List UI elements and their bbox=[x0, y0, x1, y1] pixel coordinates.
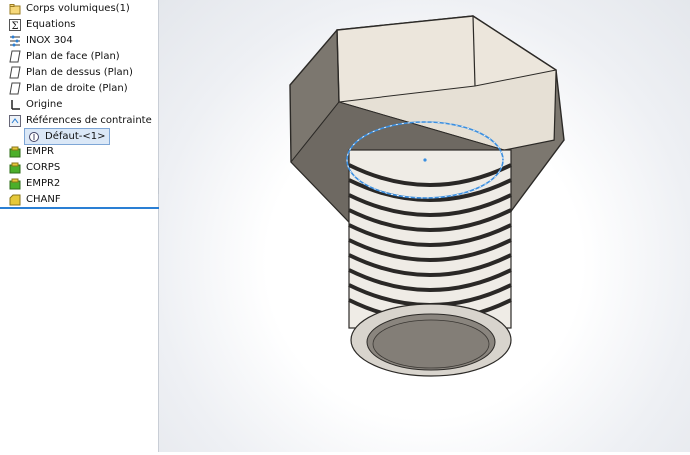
tree-item-label: Origine bbox=[26, 99, 63, 110]
plane-icon bbox=[8, 66, 21, 79]
tree-item-label: Plan de droite (Plan) bbox=[26, 83, 128, 94]
solid-bodies-folder-icon bbox=[8, 2, 21, 15]
tree-item-chanf[interactable]: CHANF bbox=[8, 192, 61, 207]
plane-icon bbox=[8, 82, 21, 95]
tree-item-label: CHANF bbox=[26, 194, 61, 205]
tree-item-top-plane[interactable]: Plan de dessus (Plan) bbox=[8, 65, 133, 80]
tree-item-label: EMPR2 bbox=[26, 178, 61, 189]
tree-item-label: Plan de dessus (Plan) bbox=[26, 67, 133, 78]
tree-item-solid-bodies[interactable]: Corps volumiques(1) bbox=[8, 1, 130, 16]
tree-item-label: Références de contrainte bbox=[26, 115, 152, 126]
chamfer-icon bbox=[8, 193, 21, 206]
tree-item-default-config[interactable]: Défaut-<1> bbox=[24, 128, 110, 145]
tree-item-empr[interactable]: EMPR bbox=[8, 144, 54, 159]
tree-item-front-plane[interactable]: Plan de face (Plan) bbox=[8, 49, 120, 64]
feature-manager-tree: Corps volumiques(1) Σ Equations INOX 304… bbox=[0, 0, 159, 452]
equations-icon: Σ bbox=[8, 18, 21, 31]
tree-item-label: CORPS bbox=[26, 162, 61, 173]
mate-references-icon bbox=[8, 114, 21, 127]
tree-item-label: Défaut-<1> bbox=[45, 131, 106, 142]
tree-item-label: Equations bbox=[26, 19, 76, 30]
tree-item-empr2[interactable]: EMPR2 bbox=[8, 176, 60, 191]
tree-item-label: INOX 304 bbox=[26, 35, 73, 46]
tree-item-label: Corps volumiques(1) bbox=[26, 3, 130, 14]
feature-icon bbox=[8, 161, 21, 174]
graphics-area[interactable] bbox=[159, 0, 690, 452]
tree-item-equations[interactable]: Σ Equations bbox=[8, 17, 76, 32]
material-icon bbox=[8, 34, 21, 47]
rollback-bar[interactable] bbox=[0, 207, 159, 209]
tree-item-material[interactable]: INOX 304 bbox=[8, 33, 73, 48]
configuration-icon bbox=[27, 130, 40, 143]
tree-item-label: EMPR bbox=[26, 146, 54, 157]
tree-item-right-plane[interactable]: Plan de droite (Plan) bbox=[8, 81, 128, 96]
feature-icon bbox=[8, 177, 21, 190]
plane-icon bbox=[8, 50, 21, 63]
bolt-3d-model[interactable] bbox=[159, 0, 690, 452]
tree-item-mate-references[interactable]: Références de contrainte bbox=[8, 113, 152, 128]
feature-icon bbox=[8, 145, 21, 158]
svg-text:Σ: Σ bbox=[11, 21, 18, 31]
tree-item-label: Plan de face (Plan) bbox=[26, 51, 120, 62]
tree-item-origin[interactable]: Origine bbox=[8, 97, 62, 112]
tree-item-corps[interactable]: CORPS bbox=[8, 160, 60, 175]
origin-icon bbox=[8, 98, 21, 111]
